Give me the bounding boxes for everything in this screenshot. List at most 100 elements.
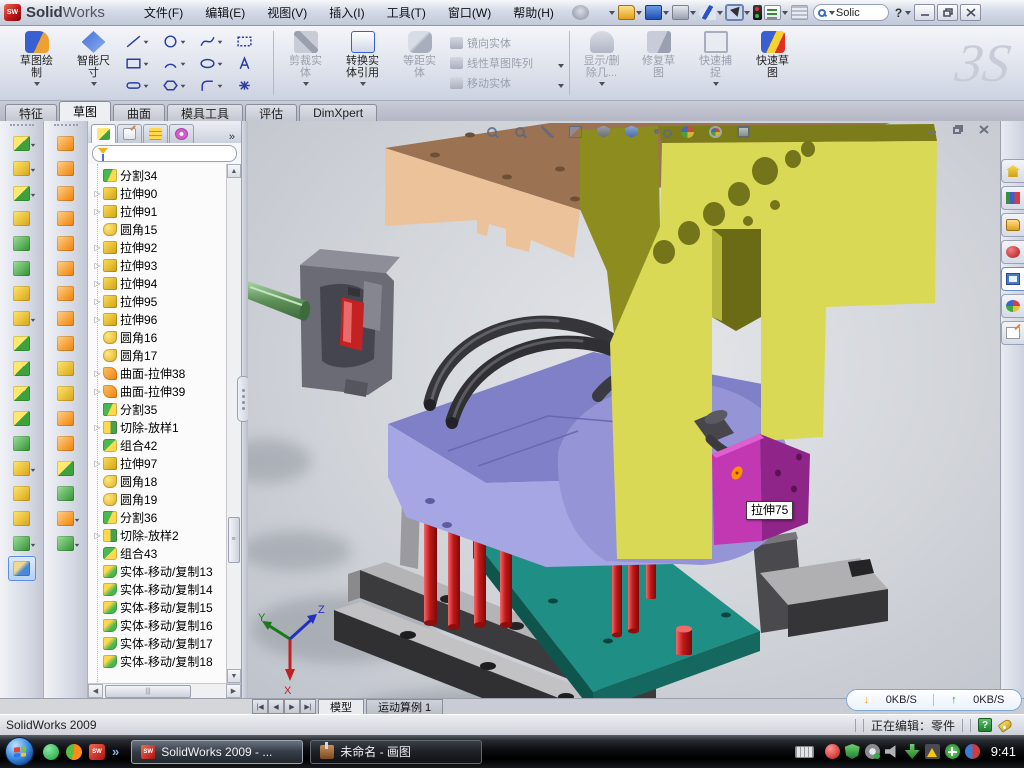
rebuild-icon[interactable] [753, 5, 762, 20]
security-green-tray-icon[interactable] [845, 744, 860, 759]
tags-icon[interactable] [998, 718, 1014, 733]
expand-arrow-icon[interactable] [92, 531, 103, 540]
straight-slot-tool-button[interactable] [122, 74, 159, 96]
dropdown-caret-icon[interactable] [609, 11, 615, 18]
section-view-button[interactable] [564, 122, 587, 141]
tree-item[interactable]: 圆角18 [92, 472, 225, 490]
curve-button[interactable] [8, 531, 36, 556]
design-library-button[interactable] [1001, 186, 1024, 210]
tree-vertical-scrollbar[interactable]: ▲ ≡ ▼ [226, 164, 241, 683]
dropdown-caret-icon[interactable] [218, 85, 223, 91]
expand-arrow-icon[interactable] [92, 387, 103, 396]
undo-icon[interactable] [699, 5, 716, 20]
tree-item[interactable]: 拉伸90 [92, 184, 225, 202]
toolbar-grip[interactable] [54, 124, 78, 128]
thicken-button[interactable] [52, 356, 80, 381]
graphics-viewport[interactable]: Y Z X 拉伸75 [248, 121, 1000, 698]
ruled-surface-button[interactable] [52, 156, 80, 181]
dropdown-caret-icon[interactable] [181, 63, 186, 69]
offset-surface-button[interactable] [52, 281, 80, 306]
dropdown-caret-icon[interactable] [713, 82, 719, 89]
tree-item[interactable]: 拉伸96 [92, 310, 225, 328]
tree-item[interactable]: 分割36 [92, 508, 225, 526]
configurationmanager-tab[interactable] [143, 124, 168, 143]
split-button[interactable] [8, 356, 36, 381]
dropdown-caret-icon[interactable] [34, 82, 40, 89]
scroll-thumb[interactable]: ||| [105, 685, 191, 698]
tree-item[interactable]: 拉伸91 [92, 202, 225, 220]
taskbar-task[interactable]: 未命名 - 画图 [310, 740, 482, 764]
dropdown-caret-icon[interactable] [30, 319, 35, 324]
extend-surface-button[interactable] [52, 431, 80, 456]
dropdown-caret-icon[interactable] [181, 85, 186, 91]
messenger2-tray-icon[interactable] [905, 744, 920, 759]
magic-wand-button[interactable] [536, 122, 559, 141]
tree-item[interactable]: 组合42 [92, 436, 225, 454]
media-quicklaunch-icon[interactable] [66, 744, 82, 760]
tree-item[interactable]: 实体-移动/复制13 [92, 562, 225, 580]
knit-surface-button[interactable] [52, 306, 80, 331]
tree-item[interactable]: 圆角19 [92, 490, 225, 508]
lofted-boss-button[interactable] [8, 256, 36, 281]
repair-sketch-button[interactable]: 修复草 图 [630, 26, 687, 100]
scroll-down-button[interactable]: ▼ [227, 669, 241, 683]
doc-restore-button[interactable] [948, 122, 968, 137]
search-input[interactable]: Solic [813, 4, 889, 21]
trim-entities-button[interactable]: 剪裁实 体 [277, 26, 334, 100]
scroll-thumb[interactable]: ≡ [228, 517, 240, 563]
expand-arrow-icon[interactable] [92, 279, 103, 288]
hide-show-items-button[interactable] [648, 122, 671, 141]
revolved-surface-button[interactable] [52, 181, 80, 206]
body-split-button[interactable] [8, 381, 36, 406]
taskbar-task[interactable]: SWSolidWorks 2009 - ... [131, 740, 303, 764]
featuremanager-design-tree-tab[interactable] [91, 124, 116, 143]
display-style-button[interactable] [592, 122, 615, 141]
selection-box-tool-button[interactable] [233, 30, 270, 52]
expand-arrow-icon[interactable] [92, 189, 103, 198]
tree-item[interactable]: 拉伸93 [92, 256, 225, 274]
tree-item[interactable]: 曲面-拉伸39 [92, 382, 225, 400]
delete-face-button[interactable] [52, 331, 80, 356]
tree-item[interactable]: 组合43 [92, 544, 225, 562]
swept-surface-button[interactable] [52, 131, 80, 156]
dropdown-caret-icon[interactable] [30, 469, 35, 474]
tree-filter-input[interactable] [92, 145, 237, 162]
expand-arrow-icon[interactable] [92, 297, 103, 306]
scroll-up-button[interactable]: ▲ [227, 164, 241, 178]
trim-surface-button[interactable] [52, 381, 80, 406]
untrim-surface-button[interactable] [52, 406, 80, 431]
more-quicklaunch-icon[interactable]: » [112, 744, 119, 760]
view-orientation-button[interactable] [620, 122, 643, 141]
arc-tool-button[interactable] [159, 52, 196, 74]
tree-item[interactable]: 实体-移动/复制16 [92, 616, 225, 634]
view-palette-button[interactable] [1001, 267, 1024, 291]
next-tab-button[interactable]: ▶ [284, 699, 300, 714]
dropdown-caret-icon[interactable] [782, 11, 788, 18]
corner-rectangle-tool-button[interactable] [122, 52, 159, 74]
expand-arrow-icon[interactable] [92, 315, 103, 324]
tree-item[interactable]: 实体-移动/复制14 [92, 580, 225, 598]
menu-item[interactable]: 文件(F) [133, 0, 194, 25]
expand-arrow-icon[interactable] [92, 243, 103, 252]
filled-surface-button[interactable] [52, 481, 80, 506]
offset-entities-button[interactable]: 等距实 体 [391, 26, 448, 100]
save-icon[interactable] [645, 5, 662, 20]
point-tool-button[interactable] [233, 74, 270, 96]
dropdown-caret-icon[interactable] [558, 64, 564, 71]
doc-tab-运动算例 1[interactable]: 运动算例 1 [366, 699, 443, 714]
rapid-sketch-button[interactable]: 快速草 图 [744, 26, 801, 100]
security-red-tray-icon[interactable] [825, 744, 840, 759]
dropdown-caret-icon[interactable] [690, 11, 696, 18]
tree-item[interactable]: 拉伸95 [92, 292, 225, 310]
model-3d-view[interactable]: Y Z X [248, 121, 1000, 698]
menu-item[interactable]: 帮助(H) [502, 0, 565, 25]
zoom-to-area-button[interactable] [508, 122, 531, 141]
dropdown-caret-icon[interactable] [744, 11, 750, 18]
dropdown-caret-icon[interactable] [91, 82, 97, 89]
first-tab-button[interactable]: |◀ [252, 699, 268, 714]
convert-entities-button[interactable]: 转换实 体引用 [334, 26, 391, 100]
close-button[interactable] [960, 4, 981, 21]
tree-item[interactable]: 圆角15 [92, 220, 225, 238]
circle-tool-button[interactable] [159, 30, 196, 52]
tab-DimXpert[interactable]: DimXpert [299, 104, 377, 121]
